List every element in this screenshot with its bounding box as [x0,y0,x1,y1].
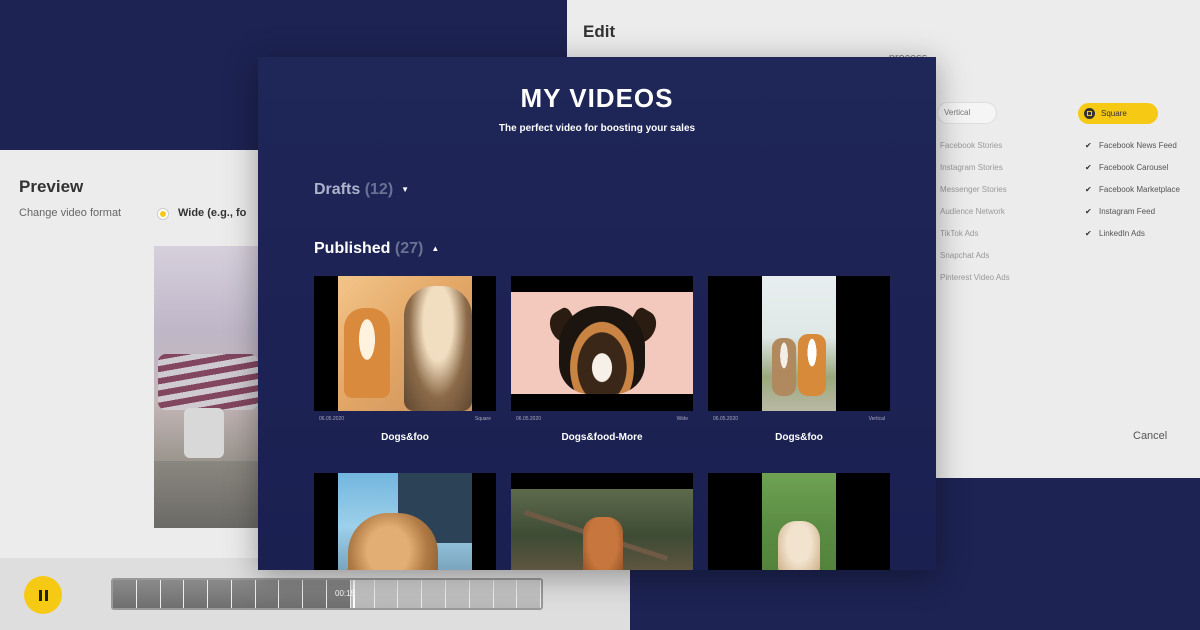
modal-subtitle: The perfect video for boosting your sale… [498,123,696,134]
video-card[interactable]: 06.05.2020 Vertical Dogs&foo [708,276,890,443]
caret-up-icon: ▲ [431,244,440,253]
format-square-option[interactable]: Square [1078,103,1158,124]
placement-item: Snapchat Ads [940,251,990,260]
check-icon: ✔ [1085,141,1092,150]
video-filmstrip[interactable]: 00:15 [111,578,543,610]
video-date: 06.05.2020 [319,416,345,422]
video-thumbnail[interactable] [511,473,693,570]
video-name: Dogs&foo [381,432,429,443]
check-icon: ✔ [1085,163,1092,172]
drafts-section-toggle[interactable]: Drafts (12) ▼ [314,181,409,199]
placement-item: TikTok Ads [940,229,979,238]
video-format: Wide [676,416,688,422]
video-card[interactable] [314,473,496,570]
video-name: Dogs&food-More [561,432,643,443]
pause-button[interactable] [24,576,62,614]
my-videos-modal: MY VIDEOS The perfect video for boosting… [258,57,936,570]
square-placement-list: ✔ Facebook News Feed ✔ Facebook Carousel ✔… [1085,140,1180,250]
check-icon: ✔ [1085,229,1092,238]
placement-item: Instagram Stories [940,163,1003,172]
placement-item-checked: ✔ Facebook Marketplace [1085,185,1180,194]
wide-format-radio[interactable] [157,208,169,220]
video-preview[interactable] [154,246,258,528]
placement-item-checked: ✔ Instagram Feed [1085,207,1156,216]
placement-item-checked: ✔ Facebook News Feed [1085,141,1177,150]
placement-item-checked: ✔ Facebook Carousel [1085,163,1169,172]
published-section-toggle[interactable]: Published (27) ▲ [314,240,439,258]
format-vertical-option[interactable]: Vertical [937,102,997,124]
cancel-button[interactable]: Cancel [1133,430,1167,442]
format-label: Change video format [19,207,122,219]
caret-down-icon: ▼ [401,185,410,194]
video-card[interactable]: 06.05.2020 Wide Dogs&food-More [511,276,693,443]
video-format: Vertical [868,416,885,422]
edit-title: Edit [583,22,616,41]
placement-item: Audience Network [940,207,1005,216]
video-card[interactable] [708,473,890,570]
playhead[interactable] [353,580,355,608]
video-thumbnail[interactable] [314,276,496,411]
check-icon: ✔ [1085,185,1092,194]
video-card[interactable] [511,473,693,570]
video-date: 06.05.2020 [516,416,542,422]
video-date: 06.05.2020 [713,416,739,422]
modal-title: MY VIDEOS [520,83,674,113]
check-icon: ✔ [1085,207,1092,216]
placement-item-checked: ✔ LinkedIn Ads [1085,229,1145,238]
video-thumbnail[interactable] [708,473,890,570]
video-thumbnail[interactable] [314,473,496,570]
preview-title: Preview [19,177,84,196]
video-thumbnail[interactable] [708,276,890,411]
placement-item: Messenger Stories [940,185,1007,194]
pause-icon [38,589,42,601]
format-square-label: Square [1101,109,1127,118]
square-format-icon [1084,108,1095,119]
video-thumbnail[interactable] [511,276,693,411]
video-name: Dogs&foo [775,432,823,443]
wide-format-label: Wide (e.g., fo [178,207,247,219]
placement-item: Pinterest Video Ads [940,273,1010,282]
vertical-placement-list: Facebook Stories Instagram Stories Messe… [940,140,1010,294]
video-format: Square [474,416,491,422]
video-card[interactable]: 06.05.2020 Square Dogs&foo [314,276,496,443]
placement-item: Facebook Stories [940,141,1003,150]
